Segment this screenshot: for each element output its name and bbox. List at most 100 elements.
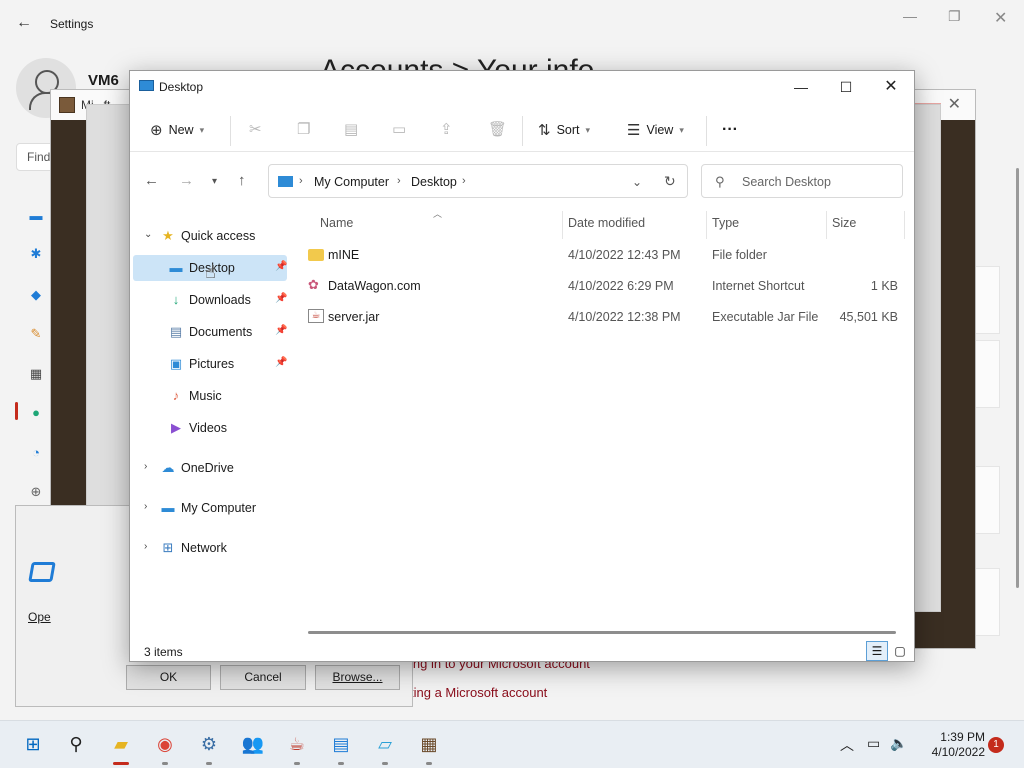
search-icon: ⚲ bbox=[715, 174, 725, 189]
gaming-icon[interactable]: ⊕ bbox=[27, 484, 45, 499]
search-placeholder: Search Desktop bbox=[742, 175, 831, 189]
download-icon: ↓ bbox=[172, 292, 180, 307]
chevron-down-icon[interactable]: ⌄ bbox=[144, 229, 152, 240]
start-windows-icon[interactable]: ⊞ bbox=[20, 731, 46, 757]
delete-icon[interactable]: 🗑 bbox=[488, 120, 507, 138]
back-arrow-icon[interactable]: ← bbox=[144, 172, 159, 189]
volume-icon[interactable]: 🔈 bbox=[890, 735, 907, 752]
file-row[interactable]: ✿ DataWagon.com 4/10/2022 6:29 PM Intern… bbox=[290, 272, 914, 300]
running-app-indicator bbox=[382, 762, 388, 765]
nav-network[interactable]: › ⊞ Network bbox=[133, 535, 287, 561]
column-divider[interactable] bbox=[826, 211, 827, 239]
file-row[interactable]: mINE 4/10/2022 12:43 PM File folder bbox=[290, 241, 914, 269]
chevron-right-icon[interactable]: › bbox=[462, 175, 466, 187]
nav-my-computer[interactable]: › ▬ My Computer bbox=[133, 495, 287, 521]
column-header-type[interactable]: Type bbox=[712, 216, 739, 230]
up-arrow-icon[interactable]: ↑ bbox=[238, 172, 246, 189]
nav-item-videos[interactable]: ▶ Videos bbox=[133, 415, 287, 441]
chevron-right-icon[interactable]: › bbox=[299, 175, 303, 187]
chevron-down-icon[interactable]: ⌄ bbox=[632, 175, 642, 189]
minecraft-icon bbox=[59, 97, 75, 113]
time-language-icon[interactable]: ◔ bbox=[27, 445, 45, 460]
network-icon[interactable]: ◆ bbox=[27, 287, 45, 302]
horizontal-scrollbar[interactable] bbox=[308, 631, 896, 634]
sort-button[interactable]: ⇅ Sort ▾ bbox=[538, 117, 590, 143]
nav-onedrive[interactable]: › ☁ OneDrive bbox=[133, 455, 287, 481]
nav-item-pictures[interactable]: ▣ Pictures 📌 bbox=[133, 351, 288, 377]
column-header-name[interactable]: Name bbox=[320, 216, 353, 230]
chevron-up-icon[interactable]: ︿ bbox=[840, 735, 854, 755]
file-date: 4/10/2022 6:29 PM bbox=[568, 279, 674, 293]
status-item-count: 3 items bbox=[144, 645, 183, 659]
forward-arrow-icon[interactable]: → bbox=[179, 172, 194, 189]
column-header-size[interactable]: Size bbox=[832, 216, 856, 230]
file-explorer-icon[interactable]: ▰ bbox=[108, 731, 134, 757]
new-button[interactable]: ⊕ New ▾ bbox=[150, 117, 204, 143]
accounts-icon[interactable]: ● bbox=[27, 405, 45, 420]
clock[interactable]: 1:39 PM 4/10/2022 bbox=[915, 730, 985, 760]
copy-icon[interactable]: ❐ bbox=[297, 120, 310, 138]
notification-badge[interactable]: 1 bbox=[988, 737, 1004, 753]
chevron-right-icon[interactable]: › bbox=[144, 501, 147, 512]
nav-quick-access[interactable]: ⌄ ★ Quick access bbox=[133, 223, 287, 249]
minimize-icon[interactable]: — bbox=[781, 76, 821, 98]
apps-icon[interactable]: ▦ bbox=[27, 366, 45, 381]
cut-icon[interactable]: ✂ bbox=[249, 120, 262, 138]
column-divider[interactable] bbox=[904, 211, 905, 239]
network-icon[interactable]: ▭ bbox=[867, 735, 880, 752]
search-icon[interactable]: ⚲ bbox=[63, 731, 89, 757]
restore-icon[interactable]: ❐ bbox=[948, 8, 961, 25]
chevron-right-icon[interactable]: › bbox=[144, 541, 147, 552]
java-icon[interactable]: ☕ bbox=[284, 731, 310, 757]
system-icon[interactable]: ▬ bbox=[27, 208, 45, 223]
notepad-icon[interactable]: ▤ bbox=[328, 731, 354, 757]
back-arrow-icon[interactable]: ← bbox=[16, 14, 32, 32]
minimize-icon[interactable]: — bbox=[903, 8, 917, 24]
chevron-right-icon[interactable]: › bbox=[144, 461, 147, 472]
settings-gear-icon[interactable]: ⚙ bbox=[196, 731, 222, 757]
large-icons-view-icon[interactable]: ▢ bbox=[889, 641, 911, 661]
nav-item-downloads[interactable]: ↓ Downloads 📌 bbox=[133, 287, 288, 313]
cancel-button[interactable]: Cancel bbox=[220, 665, 306, 690]
close-icon[interactable]: ✕ bbox=[871, 76, 911, 98]
paste-icon[interactable]: ▤ bbox=[344, 120, 358, 138]
close-icon[interactable]: ✕ bbox=[948, 94, 961, 114]
file-type: Internet Shortcut bbox=[712, 279, 805, 293]
chevron-right-icon[interactable]: › bbox=[397, 175, 401, 187]
search-box[interactable]: ⚲ Search Desktop bbox=[701, 164, 903, 198]
maximize-icon[interactable]: ☐ bbox=[826, 76, 866, 98]
microsoft-account-link-2[interactable]: ting a Microsoft account bbox=[410, 685, 547, 700]
column-header-date[interactable]: Date modified bbox=[568, 216, 645, 230]
breadcrumb-my-computer[interactable]: My Computer bbox=[314, 175, 389, 189]
column-divider[interactable] bbox=[706, 211, 707, 239]
share-icon[interactable]: ⇪ bbox=[440, 120, 453, 138]
bluetooth-icon[interactable]: ✱ bbox=[27, 246, 45, 261]
recent-locations-chevron-icon[interactable]: ▾ bbox=[212, 176, 217, 187]
more-options-button[interactable]: ··· bbox=[722, 117, 738, 143]
running-app-indicator bbox=[206, 762, 212, 765]
settings-scrollbar[interactable] bbox=[1016, 168, 1019, 588]
file-date: 4/10/2022 12:43 PM bbox=[568, 248, 681, 262]
ok-button[interactable]: OK bbox=[126, 665, 211, 690]
users-icon[interactable]: 👥 bbox=[240, 731, 266, 757]
file-type: Executable Jar File bbox=[712, 310, 819, 324]
run-dialog-icon[interactable]: ▱ bbox=[372, 731, 398, 757]
column-divider[interactable] bbox=[562, 211, 563, 239]
refresh-icon[interactable]: ↻ bbox=[664, 173, 676, 190]
view-button[interactable]: ☰ View ▾ bbox=[627, 117, 684, 143]
address-bar[interactable]: › My Computer › Desktop › ⌄ ↻ bbox=[268, 164, 688, 198]
nav-item-documents[interactable]: ▤ Documents 📌 bbox=[133, 319, 288, 345]
rename-icon[interactable]: ▭ bbox=[392, 120, 406, 138]
nav-item-music[interactable]: ♪ Music bbox=[133, 383, 287, 409]
navigation-row: ← → ▾ ↑ › My Computer › Desktop › ⌄ ↻ ⚲ … bbox=[130, 164, 914, 200]
breadcrumb-desktop[interactable]: Desktop bbox=[411, 175, 457, 189]
personalization-brush-icon[interactable]: ✎ bbox=[27, 326, 45, 341]
close-icon[interactable]: ✕ bbox=[994, 8, 1007, 28]
details-view-icon[interactable]: ☰ bbox=[866, 641, 888, 661]
browse-button[interactable]: Browse... bbox=[315, 665, 400, 690]
file-row[interactable]: ☕ server.jar 4/10/2022 12:38 PM Executab… bbox=[290, 303, 914, 331]
cloud-icon: ☁ bbox=[161, 460, 175, 475]
chrome-icon[interactable]: ◉ bbox=[152, 731, 178, 757]
minecraft-icon[interactable]: ▦ bbox=[416, 731, 442, 757]
desktop-icon bbox=[139, 80, 154, 91]
